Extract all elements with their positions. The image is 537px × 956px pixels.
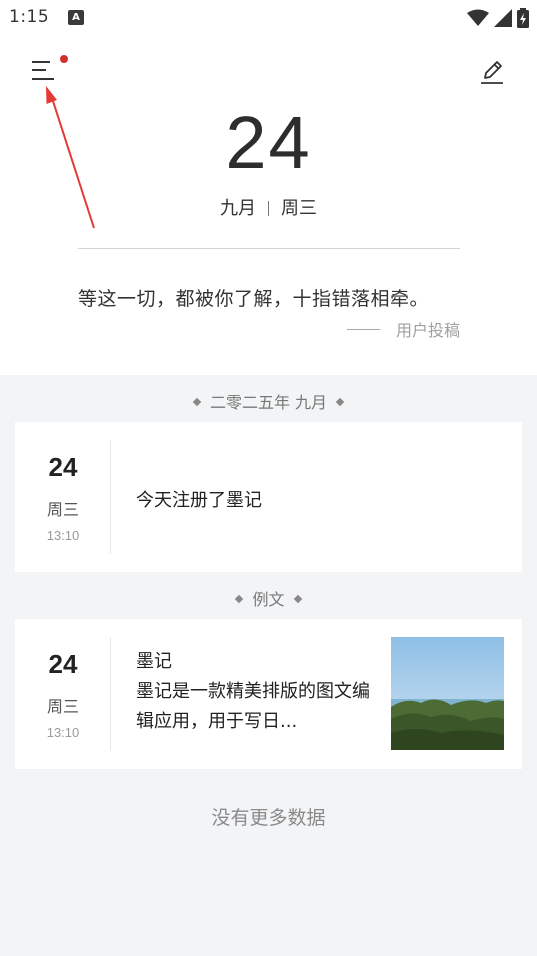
entry-time: 13:10 bbox=[46, 528, 80, 543]
diamond-icon bbox=[293, 594, 302, 604]
signal-icon bbox=[494, 9, 512, 27]
date-separator bbox=[268, 201, 269, 216]
entry-time: 13:10 bbox=[46, 725, 80, 740]
status-bar: 1:15 A bbox=[0, 0, 537, 36]
edit-button[interactable] bbox=[473, 54, 509, 90]
pencil-icon bbox=[481, 61, 503, 84]
entry-text: 今天注册了墨记 bbox=[136, 490, 262, 511]
entry-date-column: 24 周三 13:10 bbox=[15, 619, 111, 769]
daily-quote: 等这一切，都被你了解，十指错落相牵。 bbox=[78, 288, 430, 310]
status-icons bbox=[467, 8, 529, 28]
entry-weekday: 周三 bbox=[46, 697, 79, 716]
notification-icon: A bbox=[68, 10, 84, 25]
entry-day: 24 bbox=[48, 452, 78, 482]
diamond-icon bbox=[335, 397, 345, 407]
entry-divider bbox=[110, 440, 111, 554]
group-label: 例文 bbox=[252, 590, 285, 609]
entry-divider bbox=[110, 637, 111, 751]
notification-badge-icon bbox=[60, 55, 68, 63]
wifi-icon bbox=[467, 9, 489, 26]
entry-thumbnail[interactable] bbox=[391, 637, 504, 750]
entry-date-column: 24 周三 13:10 bbox=[15, 422, 111, 572]
entry-title: 墨记 bbox=[136, 651, 172, 672]
diamond-icon bbox=[235, 594, 244, 604]
landscape-photo-icon bbox=[391, 637, 504, 750]
menu-button[interactable] bbox=[28, 54, 72, 90]
today-header: 24 九月 周三 等这一切，都被你了解，十指错落相牵。 用户投稿 bbox=[0, 36, 537, 376]
today-month-weekday: 九月 周三 bbox=[0, 194, 537, 220]
today-day-number: 24 bbox=[225, 101, 312, 184]
entry-card[interactable]: 24 周三 13:10 今天注册了墨记 bbox=[15, 422, 522, 572]
entry-excerpt: 墨记是一款精美排版的图文编辑应用，用于写日... bbox=[136, 681, 370, 732]
entry-day: 24 bbox=[48, 649, 78, 679]
entry-list[interactable]: 二零二五年 九月 24 周三 13:10 今天注册了墨记 例文 24 周三 13… bbox=[0, 375, 537, 956]
entry-weekday: 周三 bbox=[46, 500, 79, 519]
header-divider bbox=[78, 248, 460, 249]
group-label: 二零二五年 九月 bbox=[209, 393, 328, 412]
quote-author: 用户投稿 bbox=[346, 317, 460, 341]
diamond-icon bbox=[192, 397, 202, 407]
author-dash bbox=[346, 328, 380, 330]
group-header: 二零二五年 九月 bbox=[0, 389, 537, 413]
today-month: 九月 bbox=[220, 198, 256, 219]
no-more-data: 没有更多数据 bbox=[211, 807, 326, 829]
today-weekday: 周三 bbox=[281, 198, 317, 219]
group-header: 例文 bbox=[0, 586, 537, 610]
quote-author-label: 用户投稿 bbox=[395, 321, 460, 340]
status-time: 1:15 bbox=[9, 7, 50, 27]
entry-card[interactable]: 24 周三 13:10 墨记 墨记是一款精美排版的图文编辑应用，用于写日... bbox=[15, 619, 522, 769]
battery-charging-icon bbox=[517, 8, 529, 28]
